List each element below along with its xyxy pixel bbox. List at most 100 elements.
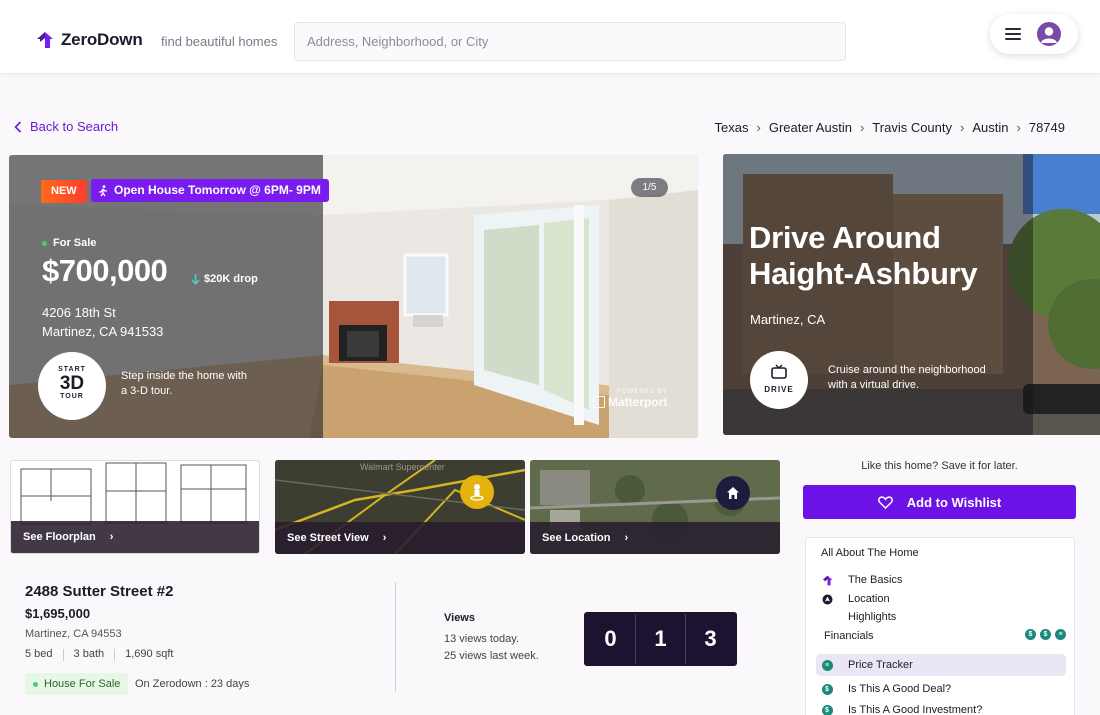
views-today: 13 views today. (444, 633, 520, 645)
chevron-right-icon: › (859, 120, 865, 135)
save-hint: Like this home? Save it for later. (861, 460, 1018, 472)
wishlist-label: Add to Wishlist (906, 494, 1002, 510)
listing-specs: 5 bed 3 bath 1,690 sqft (25, 648, 183, 661)
back-to-search-link[interactable]: Back to Search (14, 119, 118, 134)
floorplan-bar: See Floorplan › (11, 521, 259, 553)
open-house-label: Open House Tomorrow @ 6PM- 9PM (114, 183, 321, 197)
brand-name: ZeroDown (61, 30, 143, 49)
hamburger-menu-icon[interactable] (1005, 28, 1021, 40)
back-label: Back to Search (30, 119, 119, 134)
walking-person-icon (99, 184, 107, 196)
location-label: See Location (542, 532, 611, 544)
chevron-right-icon: › (624, 532, 629, 544)
good-deal-label: Is This A Good Deal? (848, 683, 952, 695)
chevron-right-icon: › (960, 120, 965, 135)
search-input[interactable] (294, 22, 846, 61)
about-home-title: All About The Home (821, 547, 919, 559)
status-dot-icon (33, 681, 38, 687)
tour-caption: Step inside the home with a 3-D tour. (121, 370, 247, 397)
open-house-badge: Open House Tomorrow @ 6PM- 9PM (91, 179, 329, 202)
heart-icon (877, 495, 893, 509)
listing-summary-city: Martinez, CA 94553 (25, 628, 122, 640)
photo-counter: 1/5 (631, 178, 668, 197)
financials-label: Financials (824, 630, 874, 642)
price-tracker-icon: ≡ (821, 659, 833, 671)
tv-icon (771, 364, 787, 379)
chevron-right-icon: › (1016, 120, 1021, 135)
matterport-label: Matterport (608, 395, 668, 409)
about-home-panel: All About The Home The Basics Location H… (805, 537, 1075, 715)
listing-status: For Sale (42, 237, 96, 249)
nav-good-deal[interactable]: $ Is This A Good Deal? (821, 683, 951, 695)
top-header: ZeroDown find beautiful homes (0, 0, 1100, 74)
location-bar: See Location › (530, 522, 780, 554)
beds-count: 5 bed (25, 648, 53, 660)
price-tracker-icon: ≡ (1055, 629, 1066, 640)
baths-count: 3 bath (73, 648, 105, 660)
user-menu-button[interactable] (990, 14, 1078, 54)
the-basics-label: The Basics (848, 574, 903, 586)
section-divider (395, 582, 396, 692)
floorplan-thumbnail[interactable]: See Floorplan › (10, 460, 260, 554)
home-pin-icon (716, 476, 750, 510)
breadcrumb-metro[interactable]: Greater Austin (769, 120, 852, 135)
drive-title: Drive Around Haight-Ashbury (749, 220, 978, 291)
listing-title: 2488 Sutter Street #2 (25, 583, 174, 600)
dollar-coin-icon: $ (821, 704, 833, 715)
brand-logo[interactable]: ZeroDown (36, 30, 143, 50)
breadcrumb-county[interactable]: Travis County (872, 120, 952, 135)
nav-good-investment[interactable]: $ Is This A Good Investment? (821, 704, 982, 715)
sqft-value: 1,690 sqft (125, 648, 174, 660)
new-badge: NEW (41, 180, 87, 203)
views-last-week: 25 views last week. (444, 650, 539, 662)
odometer-digit: 1 (636, 614, 686, 664)
street-view-bar: See Street View › (275, 522, 525, 554)
location-thumbnail[interactable]: See Location › (530, 460, 780, 554)
zerodown-logo-icon (37, 32, 53, 48)
views-odometer: 0 1 3 (584, 612, 737, 666)
nav-location[interactable]: Location (821, 593, 890, 605)
financials-coins: $ $ ≡ (1025, 629, 1070, 640)
breadcrumb-state[interactable]: Texas (715, 120, 749, 135)
chevron-left-icon (14, 120, 22, 133)
listing-summary-price: $1,695,000 (25, 606, 91, 621)
tour-top-label: START (58, 366, 86, 373)
drive-button[interactable]: DRIVE (750, 351, 808, 409)
status-dot-icon (42, 240, 47, 246)
hero-photo-card[interactable]: NEW Open House Tomorrow @ 6PM- 9PM 1/5 F… (9, 155, 698, 438)
street-view-label: See Street View (287, 532, 369, 544)
location-label: Location (848, 593, 890, 605)
price-tracker-label: Price Tracker (848, 659, 913, 671)
matterport-watermark: POWERED BY Matterport (593, 389, 668, 409)
breadcrumb-zip[interactable]: 78749 (1029, 120, 1065, 135)
nav-the-basics[interactable]: The Basics (821, 574, 902, 586)
price-drop-label: $20K drop (204, 273, 258, 285)
nav-highlights[interactable]: Highlights (821, 611, 896, 623)
virtual-drive-card[interactable]: Drive Around Haight-Ashbury Martinez, CA… (723, 154, 1100, 435)
views-title: Views (444, 612, 475, 624)
floorplan-label: See Floorplan (23, 531, 96, 543)
breadcrumb: Texas › Greater Austin › Travis County ›… (715, 120, 1065, 135)
spec-divider (114, 649, 116, 661)
start-3d-tour-button[interactable]: START 3D TOUR (38, 352, 106, 420)
days-on-zerodown: On Zerodown : 23 days (135, 678, 250, 690)
dollar-coin-icon: $ (1040, 629, 1051, 640)
nav-price-tracker[interactable]: ≡ Price Tracker (821, 659, 913, 671)
good-investment-label: Is This A Good Investment? (848, 704, 983, 715)
listing-street: 4206 18th St (42, 305, 116, 320)
chevron-right-icon: › (109, 531, 114, 543)
house-logo-icon (821, 574, 833, 586)
tour-bottom-label: TOUR (60, 393, 84, 400)
matterport-logo-icon (593, 396, 605, 408)
breadcrumb-city[interactable]: Austin (972, 120, 1008, 135)
add-to-wishlist-button[interactable]: Add to Wishlist (803, 485, 1076, 519)
arrow-down-icon (191, 273, 200, 285)
map-place-label: Walmart Supercenter (360, 462, 445, 472)
street-view-thumbnail[interactable]: Walmart Supercenter See Street View › (275, 460, 525, 554)
drive-button-label: DRIVE (764, 385, 794, 394)
listing-city: Martinez, CA 941533 (42, 324, 164, 339)
user-avatar-icon[interactable] (1037, 22, 1061, 46)
dollar-coin-icon: $ (821, 683, 833, 695)
tour-big-label: 3D (59, 373, 85, 394)
pegman-icon (460, 475, 494, 509)
